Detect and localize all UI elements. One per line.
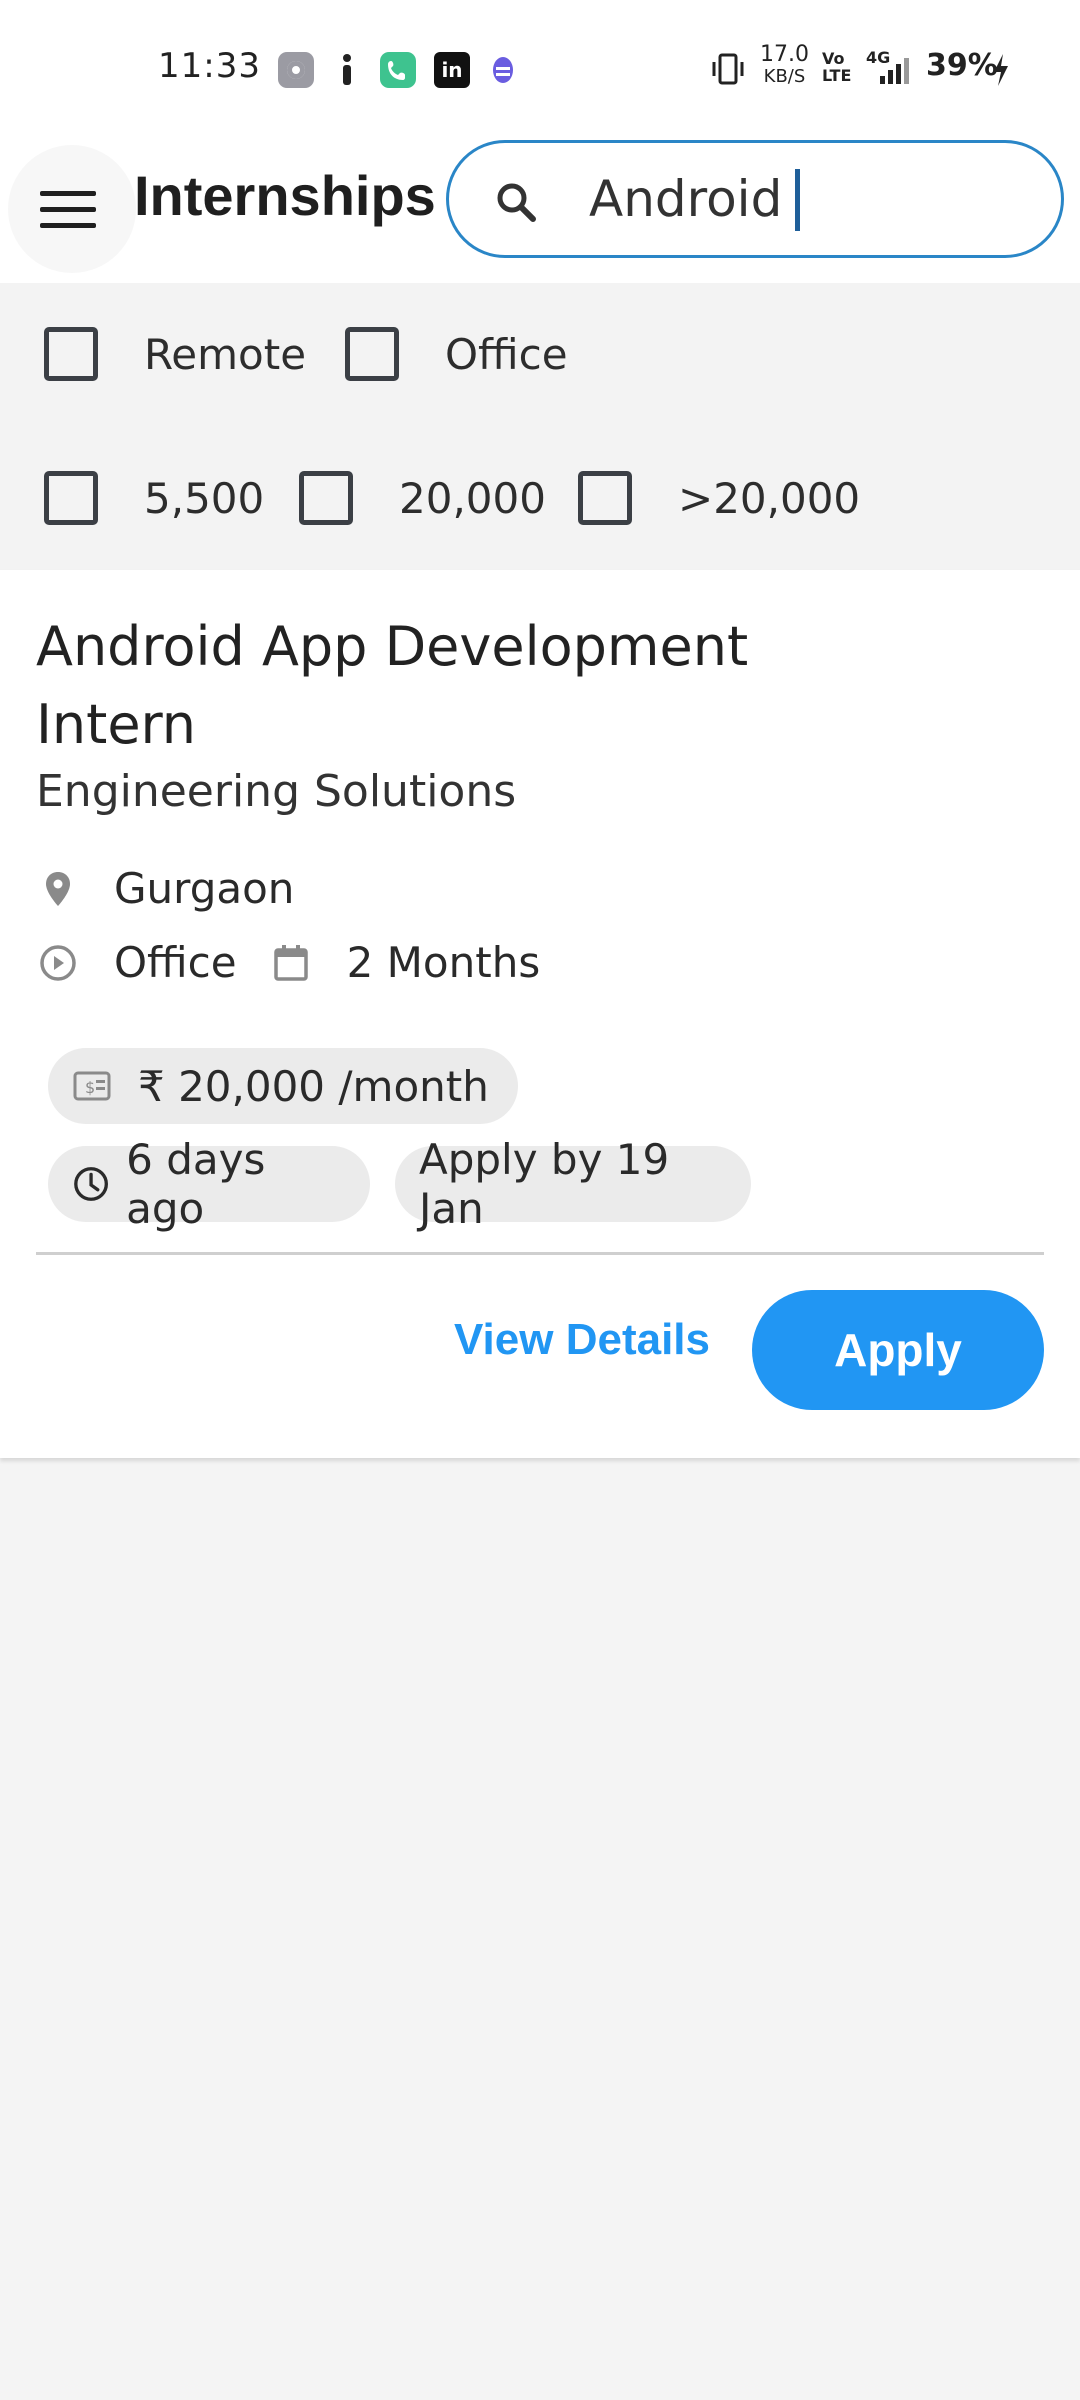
remote-checkbox[interactable] — [44, 327, 98, 381]
stipend-above-20000-checkbox[interactable] — [578, 471, 632, 525]
search-bar[interactable] — [446, 140, 1064, 258]
info-notification-icon — [343, 54, 351, 85]
charging-icon — [994, 54, 1008, 86]
job-title: Android App Development Intern — [36, 615, 749, 756]
company-name: Engineering Solutions — [36, 766, 517, 817]
money-icon: $ — [73, 1071, 111, 1101]
stipend-5500-checkbox[interactable] — [44, 471, 98, 525]
play-circle-icon — [40, 944, 76, 981]
location-pin-icon — [46, 871, 70, 906]
stipend-20000-checkbox[interactable] — [299, 471, 353, 525]
page-title: Internships — [134, 164, 436, 227]
filter-stipend-5500[interactable]: 5,500 — [44, 471, 264, 525]
search-icon[interactable] — [493, 179, 539, 225]
internship-card[interactable]: Android App Development Intern Engineeri… — [0, 570, 1080, 1458]
linkedin-notification-icon: in — [434, 52, 470, 88]
filter-stipend-20000[interactable]: 20,000 — [299, 471, 546, 525]
filter-label: 5,500 — [144, 473, 265, 523]
status-time: 11:33 — [158, 46, 261, 86]
location-text: Gurgaon — [114, 864, 295, 913]
filter-label: 20,000 — [399, 473, 546, 523]
volte-indicator: Vo LTE — [822, 49, 852, 85]
mode-text: Office — [114, 938, 237, 987]
search-input[interactable] — [589, 163, 1029, 235]
calendar-icon — [273, 944, 308, 981]
filter-label: Office — [445, 329, 568, 379]
clock-icon — [74, 1167, 108, 1201]
deadline-chip: Apply by 19 Jan — [395, 1135, 751, 1233]
filter-stipend-above-20000[interactable]: >20,000 — [578, 471, 860, 525]
svg-text:$: $ — [85, 1078, 95, 1097]
battery-percent: 39% — [926, 48, 998, 83]
office-checkbox[interactable] — [345, 327, 399, 381]
settings-notification-icon — [278, 52, 314, 88]
phone-notification-icon — [380, 52, 416, 88]
screen: 11:33 in 17.0 KB/S Vo LTE 4G 39% Interns… — [0, 0, 1080, 2400]
signal-icon — [880, 58, 909, 84]
hamburger-menu-icon[interactable] — [8, 145, 136, 273]
card-divider — [36, 1252, 1044, 1255]
filter-office[interactable]: Office — [345, 327, 568, 381]
filter-remote[interactable]: Remote — [44, 327, 306, 381]
stipend-text: ₹ 20,000 /month — [138, 1061, 489, 1111]
app-bar: Internships — [0, 135, 1080, 283]
deadline-text: Apply by 19 Jan — [419, 1135, 670, 1233]
location-row: Gurgaon — [38, 864, 294, 913]
vibrate-icon — [712, 53, 744, 85]
text-cursor — [795, 169, 800, 231]
filter-label: Remote — [144, 329, 307, 379]
mode-duration-row: Office 2 Months — [38, 938, 540, 987]
stipend-chip: $ ₹ 20,000 /month — [48, 1048, 518, 1124]
filter-panel: Remote Office 5,500 20,000 >20,000 — [0, 283, 1080, 570]
filter-label: >20,000 — [678, 473, 861, 523]
view-details-button[interactable]: View Details — [452, 1282, 712, 1398]
apply-button[interactable]: Apply — [752, 1290, 1044, 1410]
net-speed: 17.0 KB/S — [760, 42, 809, 88]
posted-chip: 6 days ago — [48, 1135, 370, 1233]
posted-text: 6 days ago — [126, 1135, 266, 1233]
status-bar: 11:33 in 17.0 KB/S Vo LTE 4G 39% — [0, 0, 1080, 135]
duration-text: 2 Months — [346, 938, 541, 987]
app-notification-icon — [493, 57, 513, 83]
